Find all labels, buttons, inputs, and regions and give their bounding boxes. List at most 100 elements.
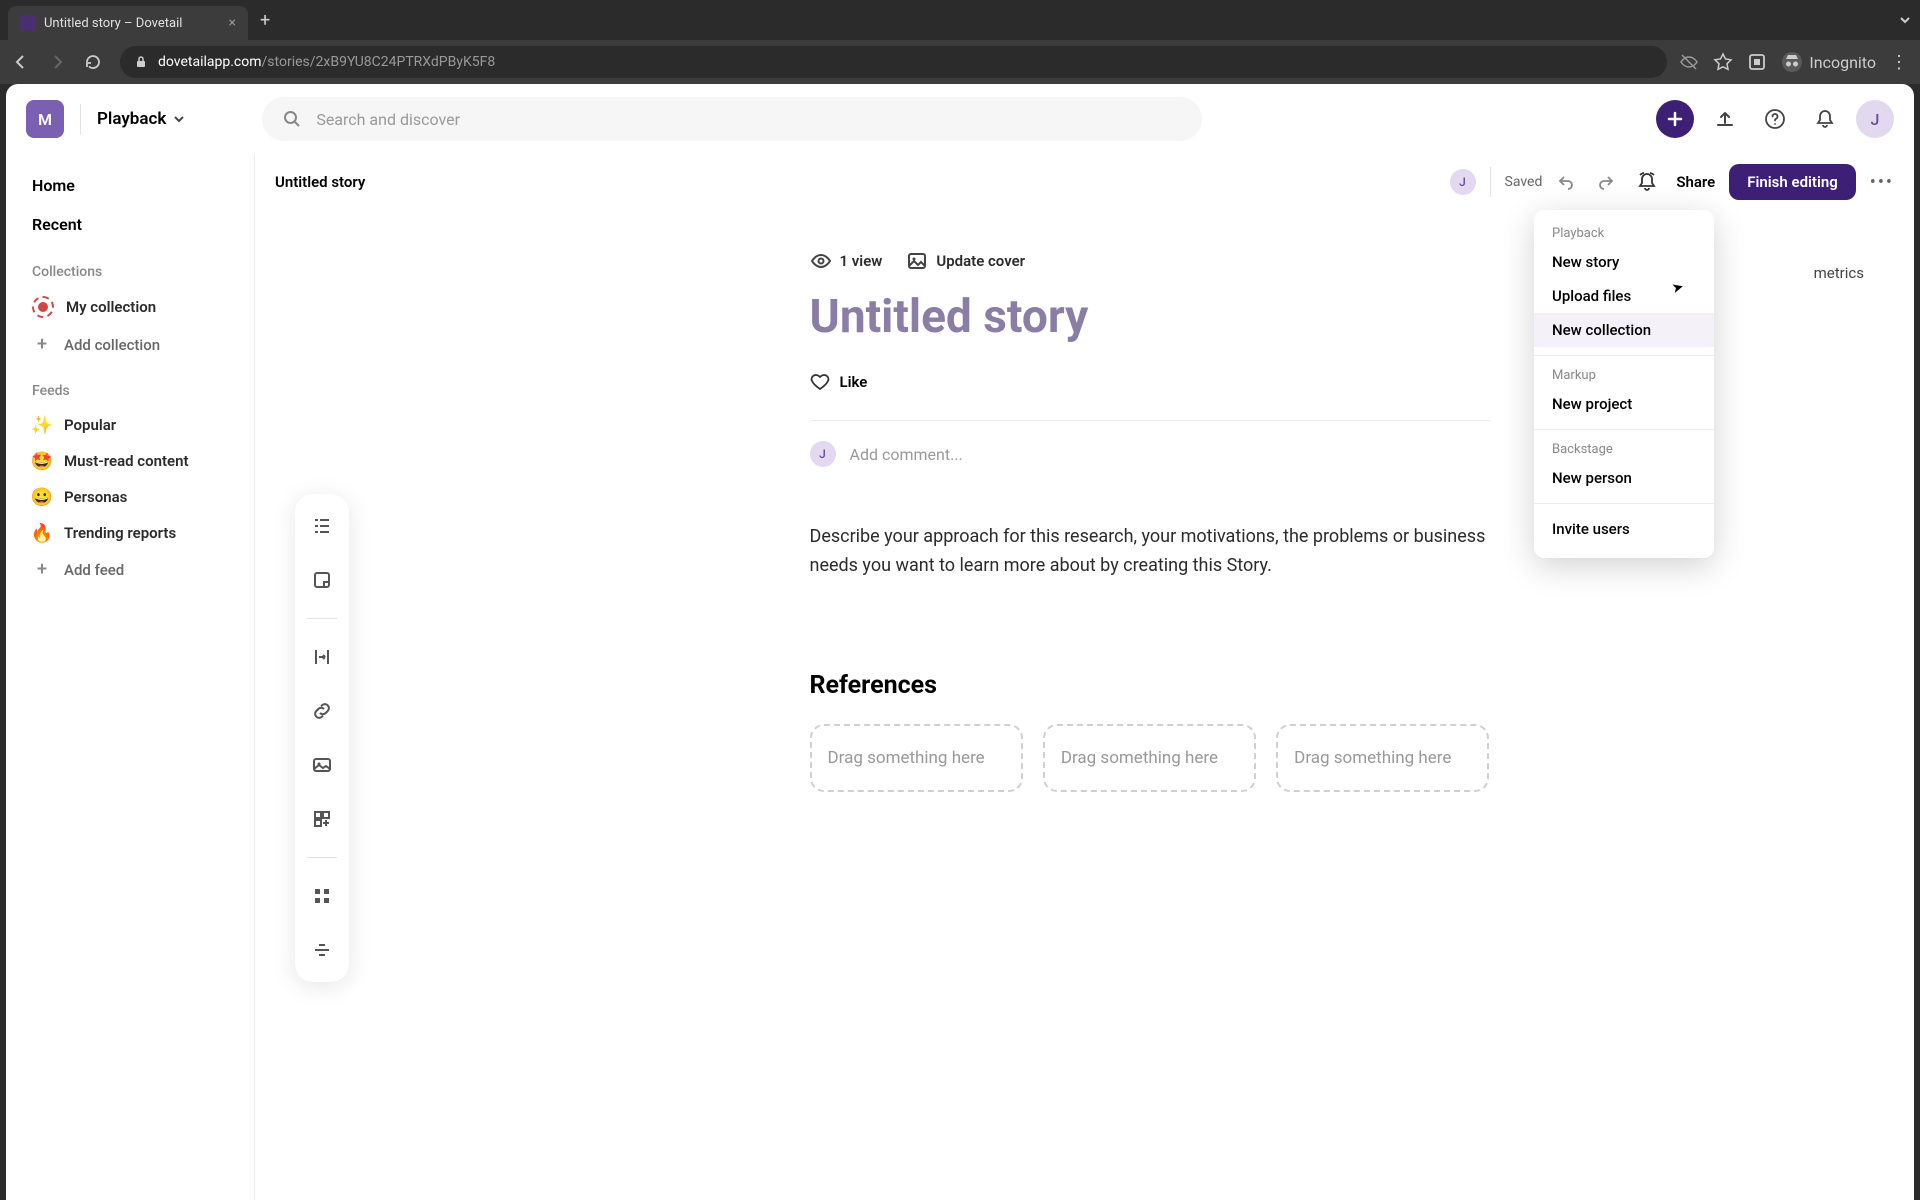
incognito-indicator[interactable]: Incognito — [1781, 51, 1876, 73]
search-input[interactable]: Search and discover — [262, 97, 1202, 141]
toolbar-outline-button[interactable] — [304, 508, 340, 544]
sidebar-section-collections: Collections — [20, 244, 240, 288]
toolbar-grid-button[interactable] — [304, 878, 340, 914]
sidebar-feed-personas[interactable]: 😀 Personas — [20, 479, 240, 515]
more-actions-button[interactable]: ••• — [1870, 172, 1894, 193]
subscribe-button[interactable] — [1636, 171, 1662, 193]
close-tab-icon[interactable]: × — [229, 15, 236, 31]
story-description[interactable]: Describe your approach for this research… — [810, 523, 1490, 581]
bell-icon — [1814, 108, 1836, 130]
import-button[interactable] — [1706, 100, 1744, 138]
forward-button[interactable] — [48, 53, 72, 71]
dropdown-section-markup: Markup — [1534, 364, 1714, 387]
dropdown-item-new-collection[interactable]: New collection — [1534, 313, 1714, 347]
saved-status: Saved — [1505, 174, 1543, 190]
feed-label: Personas — [64, 488, 127, 506]
back-button[interactable] — [12, 53, 36, 71]
finish-editing-button[interactable]: Finish editing — [1729, 164, 1856, 200]
dropdown-item-invite-users[interactable]: Invite users — [1534, 512, 1714, 546]
browser-address-bar: dovetailapp.com/stories/2xB9YU8C24PTRXdP… — [0, 40, 1920, 84]
incognito-icon — [1781, 51, 1803, 73]
plus-icon: + — [32, 559, 52, 580]
dropdown-item-new-person[interactable]: New person — [1534, 461, 1714, 495]
browser-menu-icon[interactable]: ⋮ — [1890, 52, 1908, 73]
extensions-icon[interactable] — [1747, 52, 1767, 72]
create-dropdown: Playback New story Upload files New coll… — [1534, 210, 1714, 558]
comment-input[interactable]: J Add comment... — [810, 441, 1490, 467]
sidebar-item-home[interactable]: Home — [20, 166, 240, 205]
eye-off-icon[interactable] — [1679, 52, 1699, 72]
sidebar-section-feeds: Feeds — [20, 363, 240, 407]
app-topbar: M Playback Search and discover J — [6, 84, 1914, 154]
image-icon — [906, 250, 928, 272]
story-title[interactable]: Untitled story — [810, 290, 1490, 344]
dropdown-item-new-story[interactable]: New story — [1534, 245, 1714, 279]
new-tab-button[interactable]: + — [260, 10, 270, 31]
workspace-picker[interactable]: Playback — [97, 109, 186, 129]
toolbar-link-button[interactable] — [304, 693, 340, 729]
redo-button[interactable] — [1596, 172, 1622, 192]
chevron-down-icon — [172, 112, 186, 126]
sidebar-item-recent[interactable]: Recent — [20, 205, 240, 244]
reference-dropzone[interactable]: Drag something here — [1043, 724, 1256, 792]
share-button[interactable]: Share — [1676, 173, 1715, 191]
help-button[interactable] — [1756, 100, 1794, 138]
update-cover-button[interactable]: Update cover — [906, 250, 1025, 272]
notifications-button[interactable] — [1806, 100, 1844, 138]
dropdown-item-new-project[interactable]: New project — [1534, 387, 1714, 421]
add-collection-label: Add collection — [64, 336, 160, 354]
url-text: dovetailapp.com/stories/2xB9YU8C24PTRXdP… — [158, 54, 495, 70]
browser-tab[interactable]: Untitled story – Dovetail × — [8, 6, 248, 40]
toolbar-apps-button[interactable] — [304, 801, 340, 837]
search-icon — [282, 109, 302, 129]
toolbar-column-button[interactable] — [304, 639, 340, 675]
add-feed-button[interactable]: + Add feed — [20, 551, 240, 588]
toolbar-divider — [307, 618, 337, 619]
feed-label: Trending reports — [64, 524, 176, 542]
url-input[interactable]: dovetailapp.com/stories/2xB9YU8C24PTRXdP… — [120, 46, 1667, 78]
star-icon[interactable] — [1713, 52, 1733, 72]
update-cover-text: Update cover — [936, 252, 1025, 270]
reference-dropzone[interactable]: Drag something here — [810, 724, 1023, 792]
sidebar-collection-item[interactable]: My collection — [20, 288, 240, 326]
metrics-link[interactable]: metrics — [1814, 264, 1864, 282]
add-collection-button[interactable]: + Add collection — [20, 326, 240, 363]
heart-icon — [810, 372, 830, 392]
dropdown-divider — [1534, 503, 1714, 504]
add-feed-label: Add feed — [64, 561, 124, 579]
search-placeholder: Search and discover — [316, 110, 460, 129]
tab-title: Untitled story – Dovetail — [44, 16, 221, 31]
sidebar-feed-trending[interactable]: 🔥 Trending reports — [20, 515, 240, 551]
comment-avatar: J — [810, 441, 836, 467]
dropdown-section-playback: Playback — [1534, 222, 1714, 245]
sidebar-feed-mustread[interactable]: 🤩 Must-read content — [20, 443, 240, 479]
content-header: Untitled story J Saved Share Finish — [255, 154, 1914, 210]
collection-label: My collection — [66, 298, 156, 316]
like-button[interactable]: Like — [810, 372, 1490, 392]
user-avatar[interactable]: J — [1856, 100, 1894, 138]
dropdown-item-upload-files[interactable]: Upload files — [1534, 279, 1714, 313]
content-area: Untitled story J Saved Share Finish — [254, 154, 1914, 1200]
undo-button[interactable] — [1556, 172, 1582, 192]
favicon — [20, 15, 36, 31]
toolbar-note-button[interactable] — [304, 562, 340, 598]
collection-icon — [32, 296, 54, 318]
sidebar-feed-popular[interactable]: ✨ Popular — [20, 407, 240, 443]
feed-label: Must-read content — [64, 452, 189, 470]
toolbar-divider-button[interactable] — [304, 932, 340, 968]
dropdown-divider — [1534, 355, 1714, 356]
like-label: Like — [840, 373, 868, 391]
views-text: 1 view — [840, 252, 883, 270]
toolbar-divider — [307, 857, 337, 858]
toolbar-media-button[interactable] — [304, 747, 340, 783]
divider — [80, 104, 81, 134]
workspace-name: Playback — [97, 109, 166, 129]
create-button[interactable] — [1656, 100, 1694, 138]
window-chevron-icon[interactable] — [1898, 13, 1912, 27]
reference-dropzone[interactable]: Drag something here — [1276, 724, 1489, 792]
presence-avatar[interactable]: J — [1450, 169, 1476, 195]
workspace-avatar[interactable]: M — [26, 100, 64, 138]
views-indicator[interactable]: 1 view — [810, 250, 883, 272]
reload-button[interactable] — [84, 53, 108, 71]
breadcrumb-title[interactable]: Untitled story — [275, 173, 365, 191]
